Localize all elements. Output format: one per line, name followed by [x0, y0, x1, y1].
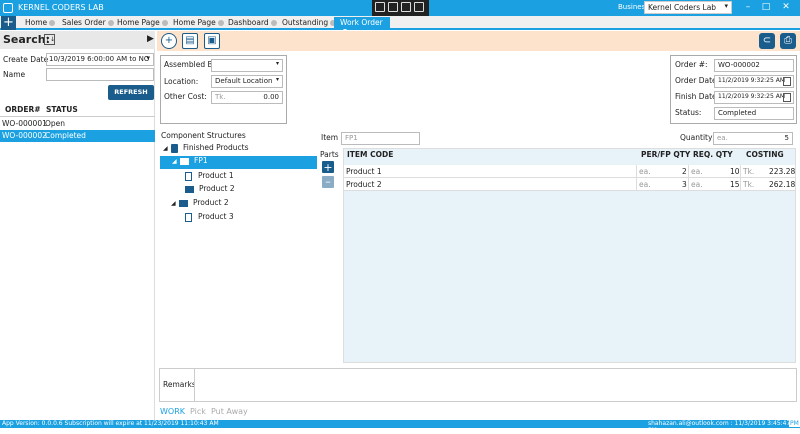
refresh-button[interactable]: REFRESH — [108, 85, 154, 100]
create-date-select[interactable]: 10/3/2019 6:00:00 AM to NO — [46, 53, 154, 66]
create-date-label: Create Date — [3, 55, 49, 64]
tab-sales-order[interactable]: Sales Order — [56, 17, 114, 29]
tab-home[interactable]: Home — [19, 17, 56, 29]
status-label: Status: — [675, 108, 702, 117]
column-header-item-code[interactable]: ITEM CODE — [347, 150, 393, 159]
remove-part-button[interactable]: – — [322, 176, 334, 188]
tree-node-product[interactable]: Product 2 — [185, 184, 235, 197]
quantity-input[interactable]: ea. 5 — [713, 132, 793, 145]
tab-work[interactable]: WORK — [160, 407, 185, 416]
add-part-button[interactable]: + — [322, 161, 334, 173]
document-icon — [185, 212, 192, 222]
tree-node-product[interactable]: Product 3 — [185, 212, 234, 225]
user-session-text: shahazan.ali@outlook.com : 11/3/2019 3:4… — [648, 420, 791, 434]
action-toolbar — [157, 31, 800, 51]
assembled-by-label: Assembled By — [164, 60, 218, 69]
sort-icon[interactable]: ↑↓ — [44, 34, 55, 45]
column-header-per-fp-qty[interactable]: PER/FP QTY — [641, 150, 690, 159]
save-icon[interactable]: ▣ — [204, 33, 220, 49]
business-select[interactable]: Kernel Coders Lab — [644, 1, 732, 14]
column-header-costing[interactable]: COSTING — [746, 150, 784, 159]
tab-home-page-2[interactable]: Home Page — [167, 17, 224, 29]
app-title: KERNEL CODERS LAB — [18, 3, 104, 12]
tab-pick[interactable]: Pick — [190, 407, 206, 416]
tab-dashboard[interactable]: Dashboard — [222, 17, 277, 29]
maximize-icon[interactable]: □ — [760, 2, 772, 12]
list-item[interactable]: WO-000002 Completed — [0, 130, 155, 142]
component-structures-title: Component Structures — [161, 131, 246, 140]
order-info-panel: Order #: WO-000002 Order Date: 11/2/2019… — [670, 55, 797, 124]
folder-icon — [185, 185, 194, 193]
tab-outstanding[interactable]: Outstanding — [276, 17, 337, 29]
column-header-order[interactable]: ORDER# — [5, 105, 41, 114]
dock-icon[interactable] — [388, 2, 398, 12]
tab-work-order[interactable]: Work Order — [334, 17, 390, 35]
table-row[interactable]: Product 1 ea. 2 ea. 10 Tk. 223.28 — [344, 165, 795, 178]
minimize-icon[interactable]: – — [742, 2, 754, 12]
print-icon[interactable]: ⎙ — [780, 33, 796, 49]
calendar-icon[interactable] — [783, 77, 791, 86]
new-document-icon[interactable]: ▤ — [182, 33, 198, 49]
remarks-textarea[interactable] — [194, 369, 796, 401]
component-tree — [159, 142, 317, 364]
item-label: Item — [321, 133, 339, 142]
assembly-panel: Assembled By Location: Default Location … — [160, 55, 287, 124]
name-label: Name — [3, 70, 26, 79]
collapse-pane-icon[interactable]: ▶ — [147, 34, 154, 44]
order-list-header: ORDER# STATUS — [0, 103, 155, 117]
tree-node-product[interactable]: ◢ Product 2 — [171, 198, 229, 211]
assembled-by-select[interactable] — [211, 59, 283, 72]
app-logo-icon — [3, 3, 13, 13]
tree-node-fp1[interactable]: ◢ FP1 — [160, 156, 317, 169]
database-icon — [171, 143, 178, 153]
quantity-label: Quantity — [680, 133, 713, 142]
close-icon[interactable]: ✕ — [780, 2, 792, 12]
dock-icon[interactable] — [375, 2, 385, 12]
other-cost-label: Other Cost: — [164, 92, 207, 101]
finish-date-label: Finish Date: — [675, 92, 720, 101]
list-item[interactable]: WO-000001 Open — [0, 118, 155, 130]
dock-icon[interactable] — [401, 2, 411, 12]
order-date-label: Order Date: — [675, 76, 720, 85]
parts-label: Parts — [320, 150, 339, 159]
floating-toolbar — [372, 0, 429, 16]
tree-node-product[interactable]: Product 1 — [185, 171, 234, 184]
order-date-picker[interactable]: 11/2/2019 9:32:25 AM — [714, 75, 794, 88]
search-header: Search: ↑↓ ▶ — [0, 31, 155, 49]
item-field[interactable]: FP1 — [341, 132, 420, 145]
tab-close-icon[interactable] — [49, 20, 56, 26]
name-input[interactable] — [46, 68, 154, 81]
attach-icon[interactable]: ⊂ — [759, 33, 775, 49]
new-tab-button[interactable]: + — [1, 16, 16, 30]
location-select[interactable]: Default Location — [211, 75, 283, 88]
add-button[interactable]: + — [161, 33, 177, 49]
order-number-field[interactable]: WO-000002 — [714, 59, 794, 72]
search-title: Search: — [3, 33, 50, 46]
status-field: Completed — [714, 107, 794, 120]
time-badge: PM — [789, 420, 800, 427]
other-cost-input[interactable]: Tk. 0.00 — [211, 91, 283, 104]
finish-date-picker[interactable]: 11/2/2019 9:32:25 AM — [714, 91, 794, 104]
tab-put-away[interactable]: Put Away — [211, 407, 248, 416]
remarks-label: Remarks — [163, 380, 196, 389]
column-header-req-qty[interactable]: REQ. QTY — [693, 150, 733, 159]
folder-icon — [179, 199, 188, 207]
tree-node-root[interactable]: ◢ Finished Products — [163, 143, 313, 156]
table-row[interactable]: Product 2 ea. 3 ea. 15 Tk. 262.18 — [344, 178, 795, 191]
column-header-status[interactable]: STATUS — [46, 105, 78, 114]
status-bar: App Version: 0.0.0.6 Subscription will e… — [0, 420, 800, 434]
location-label: Location: — [164, 77, 199, 86]
calendar-icon[interactable] — [783, 93, 791, 102]
app-version-text: App Version: 0.0.0.6 Subscription will e… — [2, 420, 219, 427]
folder-icon — [180, 157, 189, 165]
order-number-label: Order #: — [675, 60, 708, 69]
dock-icon[interactable] — [414, 2, 424, 12]
document-icon — [185, 171, 192, 181]
tab-home-page[interactable]: Home Page — [111, 17, 168, 29]
